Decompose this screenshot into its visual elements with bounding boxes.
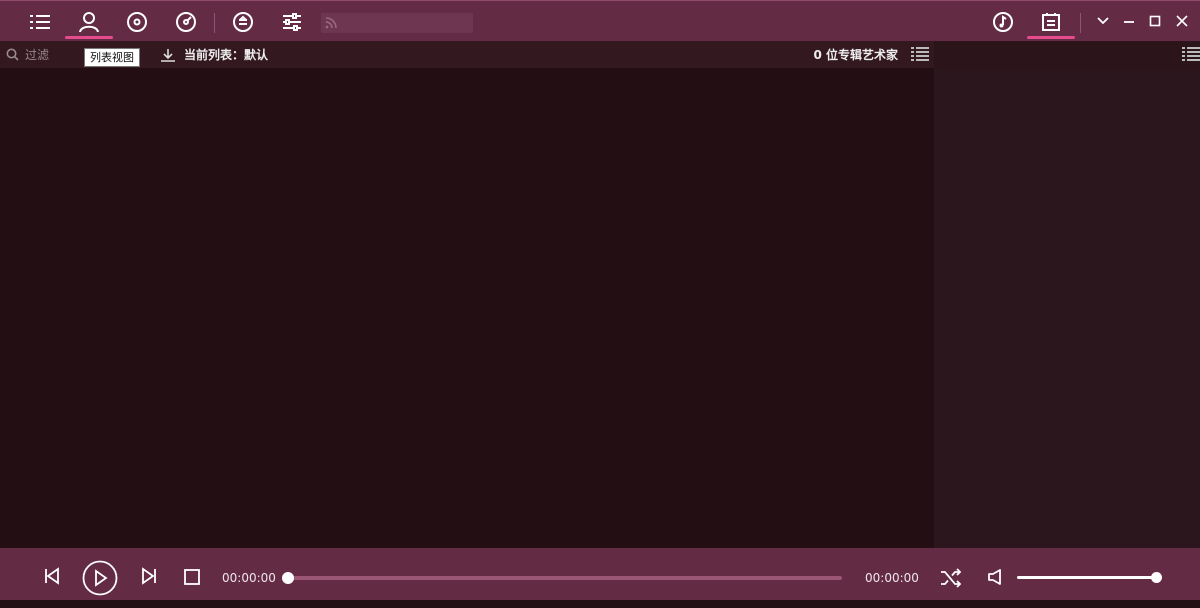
side-panel[interactable] bbox=[934, 68, 1200, 548]
side-panel-header bbox=[934, 41, 1200, 68]
search-icon bbox=[6, 48, 19, 61]
elapsed-time: 00:00:00 bbox=[222, 571, 276, 585]
current-list[interactable]: 当前列表：默认 bbox=[160, 41, 268, 68]
close-icon bbox=[1176, 15, 1188, 27]
play-icon bbox=[82, 560, 118, 596]
top-toolbar bbox=[0, 0, 1200, 41]
equalizer-icon bbox=[283, 13, 301, 31]
search-field[interactable] bbox=[321, 13, 473, 33]
now-playing-button[interactable] bbox=[979, 5, 1027, 39]
stop-icon bbox=[184, 569, 200, 585]
next-button[interactable] bbox=[137, 564, 161, 588]
queue-icon bbox=[233, 12, 253, 32]
close-button[interactable] bbox=[1172, 11, 1192, 31]
play-button[interactable] bbox=[82, 560, 118, 596]
menu-dropdown-button[interactable] bbox=[1093, 11, 1113, 31]
chevron-down-icon bbox=[1097, 17, 1109, 25]
playlist-panel-button[interactable] bbox=[1027, 5, 1075, 39]
filter-input[interactable] bbox=[25, 47, 75, 62]
genre-icon bbox=[176, 12, 196, 32]
playlist-icon bbox=[1042, 13, 1060, 31]
maximize-button[interactable] bbox=[1145, 11, 1165, 31]
toolbar-divider bbox=[214, 13, 215, 33]
seek-bar[interactable] bbox=[282, 572, 842, 584]
column-settings-button[interactable] bbox=[911, 46, 929, 62]
tooltip: 列表视图 bbox=[84, 48, 140, 67]
active-panel-indicator bbox=[1027, 36, 1075, 39]
rss-icon bbox=[325, 17, 337, 29]
list-view-button[interactable] bbox=[16, 5, 64, 39]
next-icon bbox=[142, 567, 156, 585]
volume-button[interactable] bbox=[984, 566, 1006, 588]
toolbar-divider bbox=[1080, 13, 1081, 33]
minimize-icon bbox=[1124, 21, 1134, 23]
artist-list-area[interactable] bbox=[0, 68, 934, 548]
seek-knob[interactable] bbox=[282, 572, 294, 584]
download-icon bbox=[161, 48, 175, 62]
shuffle-icon bbox=[941, 568, 962, 588]
now-playing-icon bbox=[993, 12, 1013, 32]
previous-button[interactable] bbox=[40, 564, 64, 588]
volume-slider[interactable] bbox=[1017, 572, 1162, 583]
album-icon bbox=[127, 12, 147, 32]
speaker-icon bbox=[988, 569, 1001, 585]
side-panel-settings-button[interactable] bbox=[1182, 46, 1200, 62]
list-header-bar: 当前列表：默认 0 位专辑艺术家 bbox=[0, 41, 934, 68]
columns-icon bbox=[1182, 47, 1200, 61]
volume-knob[interactable] bbox=[1151, 572, 1162, 583]
minimize-button[interactable] bbox=[1119, 11, 1139, 31]
maximize-icon bbox=[1149, 15, 1161, 27]
album-view-button[interactable] bbox=[113, 5, 161, 39]
active-tab-indicator bbox=[65, 36, 113, 39]
artist-icon bbox=[79, 12, 99, 33]
artist-count: 0 位专辑艺术家 bbox=[813, 48, 898, 62]
list-icon bbox=[30, 15, 50, 29]
queue-button[interactable] bbox=[219, 5, 267, 39]
player-bar: 00:00:00 00:00:00 bbox=[0, 548, 1200, 600]
previous-icon bbox=[45, 567, 59, 585]
current-list-label: 当前列表：默认 bbox=[184, 48, 269, 62]
shuffle-button[interactable] bbox=[939, 566, 963, 590]
equalizer-button[interactable] bbox=[268, 5, 316, 39]
columns-icon bbox=[911, 47, 929, 61]
artist-view-button[interactable] bbox=[65, 5, 113, 39]
genre-view-button[interactable] bbox=[162, 5, 210, 39]
stop-button[interactable] bbox=[181, 566, 203, 588]
duration-time: 00:00:00 bbox=[865, 571, 919, 585]
